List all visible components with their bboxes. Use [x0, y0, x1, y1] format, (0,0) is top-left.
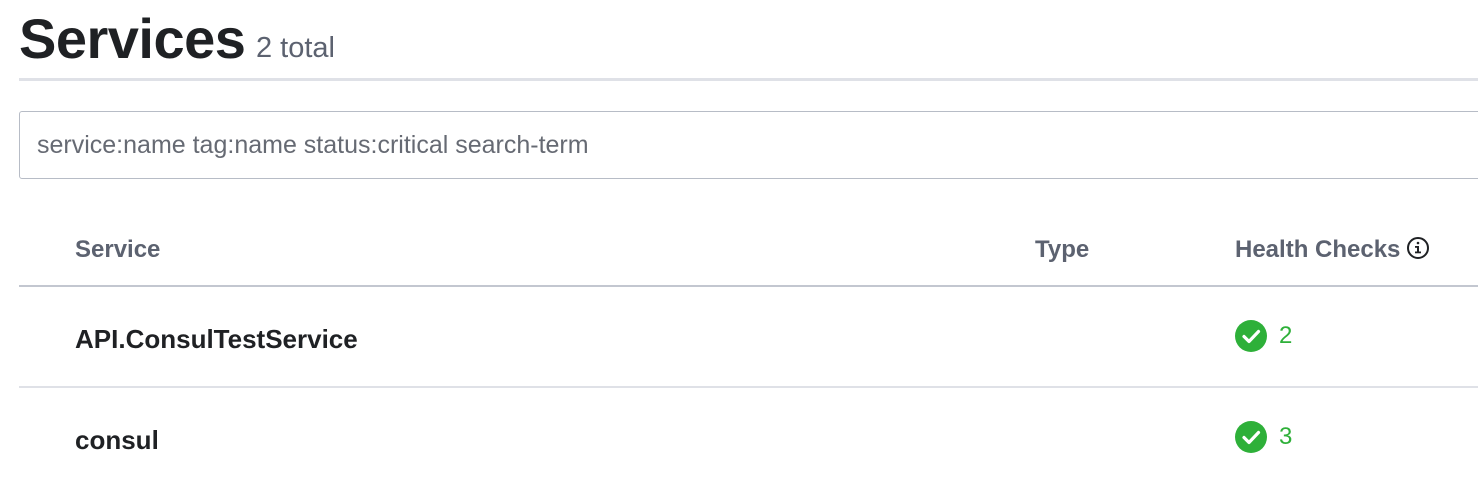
table-row[interactable]: consul 3	[19, 388, 1478, 480]
service-count: 2 total	[256, 32, 335, 64]
check-circle-icon	[1235, 421, 1267, 453]
check-circle-icon	[1235, 320, 1267, 352]
services-table: Service Type Health Checks API.ConsulTes…	[19, 210, 1478, 480]
health-checks-cell: 3	[1235, 421, 1292, 453]
passing-checks-count: 2	[1279, 322, 1293, 349]
info-circle-icon[interactable]	[1406, 236, 1430, 260]
column-header-health-checks: Health Checks	[1235, 236, 1430, 264]
table-header: Service Type Health Checks	[19, 210, 1478, 287]
search-input[interactable]	[19, 111, 1478, 179]
column-header-health-checks-label: Health Checks	[1235, 236, 1401, 263]
service-name-link[interactable]: consul	[75, 425, 159, 456]
page-title: Services	[19, 7, 246, 70]
services-page: Services 2 total Service Type Health Che…	[0, 0, 1478, 480]
table-row[interactable]: API.ConsulTestService 2	[19, 287, 1478, 388]
health-checks-cell: 2	[1235, 320, 1292, 352]
column-header-service: Service	[75, 236, 161, 263]
column-header-type: Type	[1035, 236, 1090, 263]
passing-checks-count: 3	[1279, 423, 1293, 450]
service-name-link[interactable]: API.ConsulTestService	[75, 324, 358, 355]
page-header: Services 2 total	[19, 0, 1478, 81]
